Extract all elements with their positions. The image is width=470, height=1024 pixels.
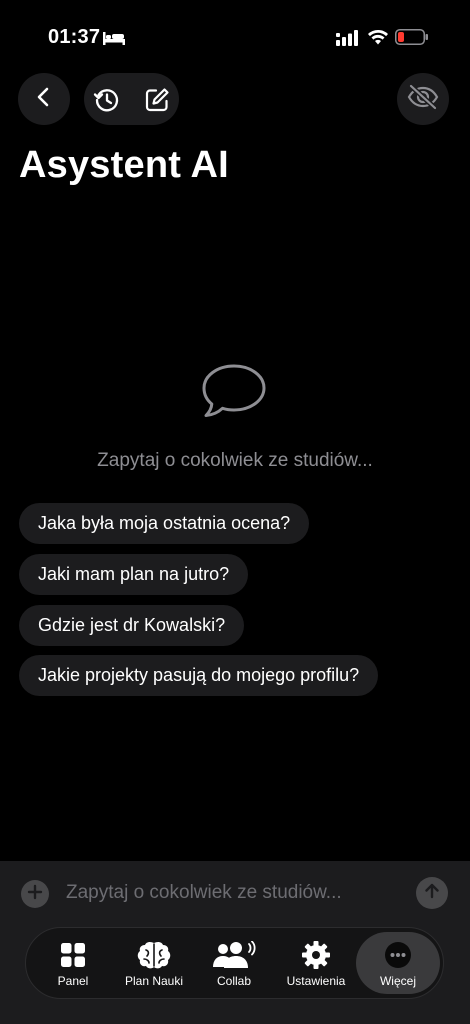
suggestion-chip[interactable]: Gdzie jest dr Kowalski? bbox=[19, 605, 245, 646]
suggestion-chip[interactable]: Jaki mam plan na jutro? bbox=[19, 554, 249, 595]
plus-icon bbox=[27, 884, 43, 905]
tab-label: Collab bbox=[216, 974, 252, 988]
brain-icon bbox=[136, 940, 172, 970]
compose-icon bbox=[143, 88, 171, 118]
tab-label: Panel bbox=[57, 974, 89, 988]
tab-plan-nauki[interactable]: Plan Nauki bbox=[116, 928, 192, 998]
more-icon bbox=[384, 940, 412, 970]
message-input[interactable]: Zapytaj o cokolwiek ze studiów... bbox=[66, 882, 342, 904]
tab-wiecej[interactable]: Więcej bbox=[356, 932, 440, 994]
battery-low-icon bbox=[395, 29, 429, 50]
history-button[interactable] bbox=[93, 86, 121, 119]
history-icon bbox=[93, 89, 121, 118]
gear-icon bbox=[301, 940, 331, 970]
bed-icon bbox=[103, 30, 125, 51]
tab-label: Więcej bbox=[379, 974, 416, 988]
eye-slash-icon bbox=[406, 83, 440, 115]
tab-collab[interactable]: Collab bbox=[202, 928, 266, 998]
compose-button[interactable] bbox=[143, 86, 171, 119]
status-time: 01:37 bbox=[48, 26, 101, 48]
status-bar: 01:37 bbox=[0, 0, 470, 70]
back-button[interactable] bbox=[18, 73, 70, 125]
page-title: Asystent AI bbox=[19, 144, 229, 186]
signal-icon bbox=[336, 30, 358, 51]
tab-panel[interactable]: Panel bbox=[40, 928, 106, 998]
suggestion-chip[interactable]: Jaka była moja ostatnia ocena? bbox=[19, 503, 310, 544]
chat-bubble-icon bbox=[201, 363, 267, 424]
tab-label: Ustawienia bbox=[286, 974, 346, 988]
suggestion-chip[interactable]: Jakie projekty pasują do mojego profilu? bbox=[19, 655, 379, 696]
tab-label: Plan Nauki bbox=[124, 974, 184, 988]
empty-state-text: Zapytaj o cokolwiek ze studiów... bbox=[97, 450, 373, 471]
tab-ustawienia[interactable]: Ustawienia bbox=[278, 928, 354, 998]
wifi-icon bbox=[367, 28, 389, 51]
tab-bar: Panel Plan Nauki Collab Ustawienia Więce… bbox=[25, 927, 444, 999]
attach-button[interactable] bbox=[21, 880, 49, 908]
history-compose-group bbox=[84, 73, 179, 125]
people-icon bbox=[211, 940, 257, 970]
send-button[interactable] bbox=[416, 877, 448, 909]
chevron-left-icon bbox=[33, 86, 55, 113]
grid-icon bbox=[60, 940, 86, 970]
hide-button[interactable] bbox=[397, 73, 449, 125]
send-arrow-icon bbox=[423, 882, 441, 905]
